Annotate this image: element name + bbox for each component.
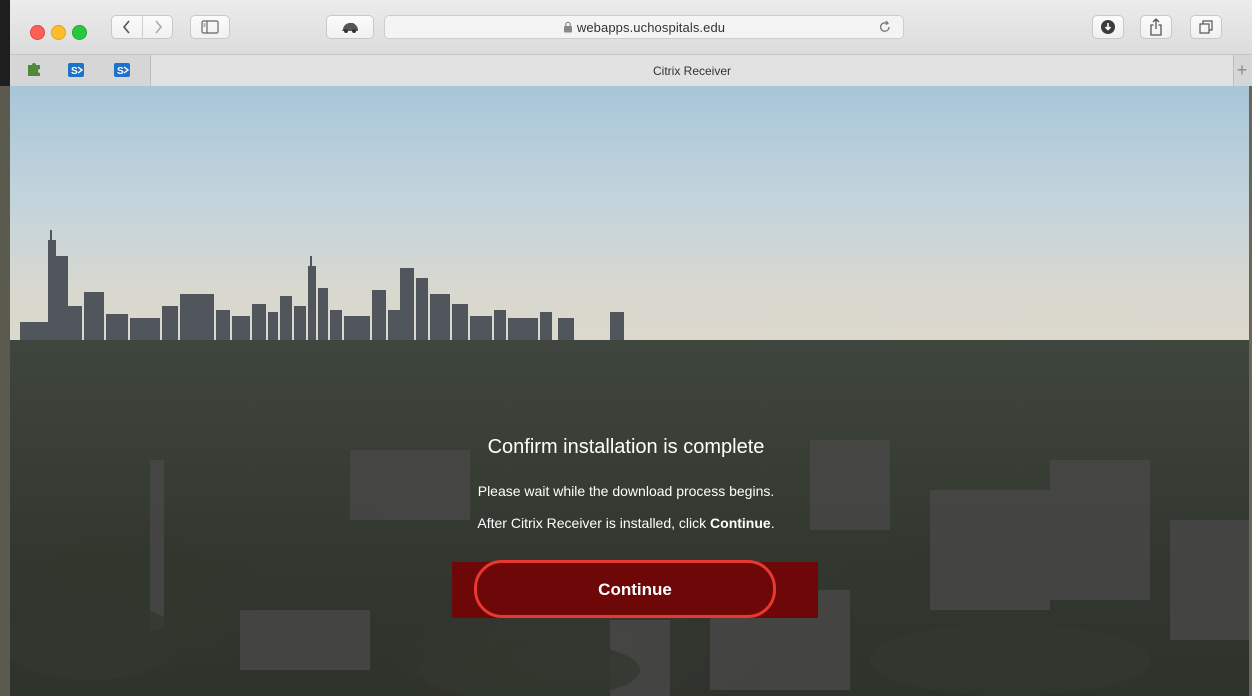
continue-button[interactable]: Continue bbox=[452, 562, 818, 618]
browser-window: webapps.uchospitals.edu S S Citrix Recei… bbox=[0, 0, 1252, 696]
new-tab-button[interactable]: + bbox=[1232, 55, 1252, 86]
sidebar-button[interactable] bbox=[190, 15, 230, 39]
dialog-title: Confirm installation is complete bbox=[487, 436, 765, 458]
zoom-window-button[interactable] bbox=[72, 25, 87, 40]
tab-citrix-receiver[interactable]: Citrix Receiver bbox=[150, 55, 1234, 86]
dialog-message-1: Please wait while the download process b… bbox=[477, 483, 775, 499]
extension-car-icon bbox=[342, 23, 358, 33]
bookmark-sharepoint-icon-2[interactable]: S bbox=[114, 62, 130, 78]
navigation-buttons bbox=[111, 15, 173, 39]
page-content: Confirm installation is complete Please … bbox=[10, 86, 1249, 696]
plus-icon: + bbox=[1236, 60, 1248, 80]
svg-text:S: S bbox=[71, 66, 78, 77]
tabs-overview-icon bbox=[1199, 20, 1213, 34]
sidebar-icon bbox=[201, 20, 219, 34]
tab-title: Citrix Receiver bbox=[652, 63, 731, 78]
reload-icon[interactable] bbox=[877, 19, 893, 35]
share-icon bbox=[1150, 18, 1162, 36]
back-button[interactable] bbox=[112, 16, 142, 38]
dialog-message-2-bold: Continue bbox=[710, 515, 771, 531]
dialog-message-2: After Citrix Receiver is installed, clic… bbox=[10, 515, 1249, 531]
address-text: webapps.uchospitals.edu bbox=[385, 16, 903, 38]
dialog-message-2-suffix: . bbox=[770, 515, 775, 531]
minimize-window-button[interactable] bbox=[51, 25, 66, 40]
lock-icon bbox=[563, 21, 572, 33]
show-tabs-button[interactable] bbox=[1190, 15, 1222, 39]
window-edge-left bbox=[0, 86, 10, 696]
city-skyline-image bbox=[20, 230, 624, 340]
address-bar[interactable]: webapps.uchospitals.edu bbox=[384, 15, 904, 39]
downloads-button[interactable] bbox=[1092, 15, 1124, 39]
install-confirm-dialog: Confirm installation is complete Please … bbox=[10, 340, 1249, 696]
bookmark-puzzle-icon[interactable] bbox=[26, 62, 42, 78]
download-icon bbox=[1101, 20, 1115, 34]
address-url: webapps.uchospitals.edu bbox=[576, 19, 726, 35]
chevron-left-icon bbox=[122, 20, 130, 34]
share-button[interactable] bbox=[1140, 15, 1172, 39]
browser-toolbar: webapps.uchospitals.edu bbox=[10, 0, 1252, 55]
tab-bar: S S Citrix Receiver + bbox=[10, 55, 1252, 87]
chevron-right-icon bbox=[155, 20, 163, 34]
forward-button[interactable] bbox=[143, 16, 173, 38]
extension-button[interactable] bbox=[326, 15, 374, 39]
svg-text:S: S bbox=[117, 66, 124, 77]
close-window-button[interactable] bbox=[30, 25, 45, 40]
bookmark-sharepoint-icon[interactable]: S bbox=[68, 62, 84, 78]
dialog-message-2-prefix: After Citrix Receiver is installed, clic… bbox=[477, 515, 711, 531]
